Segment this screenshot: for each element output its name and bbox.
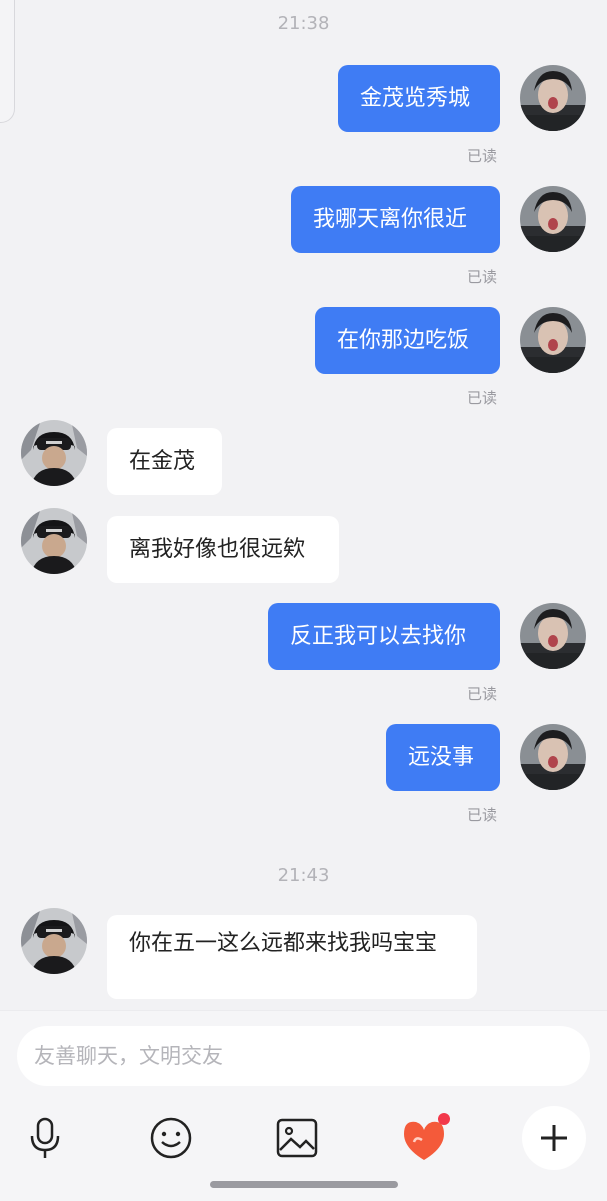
my-avatar[interactable] bbox=[520, 724, 586, 790]
heart-gift-icon bbox=[404, 1113, 450, 1160]
message-bubble-theirs[interactable]: 你在五一这么远都来找我吗宝宝 bbox=[107, 915, 477, 999]
message-bubble-mine[interactable]: 我哪天离你很近 bbox=[291, 186, 500, 253]
image-button[interactable] bbox=[265, 1106, 329, 1170]
message-input[interactable]: 友善聊天，文明交友 bbox=[17, 1026, 590, 1086]
microphone-button[interactable] bbox=[13, 1106, 77, 1170]
read-receipt: 已读 bbox=[466, 147, 497, 165]
read-receipt: 已读 bbox=[466, 268, 497, 286]
gift-button[interactable] bbox=[391, 1106, 455, 1170]
read-receipt: 已读 bbox=[466, 389, 497, 407]
input-bar: 友善聊天，文明交友 bbox=[0, 1010, 607, 1201]
my-avatar[interactable] bbox=[520, 65, 586, 131]
image-icon bbox=[276, 1118, 318, 1158]
my-avatar[interactable] bbox=[520, 307, 586, 373]
read-receipt: 已读 bbox=[466, 685, 497, 703]
plus-button[interactable] bbox=[522, 1106, 586, 1170]
message-bubble-mine[interactable]: 反正我可以去找你 bbox=[268, 603, 500, 670]
message-bubble-mine[interactable]: 远没事 bbox=[386, 724, 500, 791]
my-avatar[interactable] bbox=[520, 603, 586, 669]
my-avatar[interactable] bbox=[520, 186, 586, 252]
timestamp: 21:38 bbox=[277, 13, 330, 34]
emoji-icon bbox=[150, 1117, 192, 1159]
contact-avatar[interactable] bbox=[21, 508, 87, 574]
timestamp: 21:43 bbox=[277, 865, 330, 886]
message-bubble-theirs[interactable]: 离我好像也很远欸 bbox=[107, 516, 339, 583]
microphone-icon bbox=[30, 1117, 60, 1158]
message-bubble-mine[interactable]: 在你那边吃饭 bbox=[315, 307, 500, 374]
message-bubble-mine[interactable]: 金茂览秀城 bbox=[338, 65, 500, 132]
home-indicator bbox=[210, 1181, 398, 1188]
contact-avatar[interactable] bbox=[21, 420, 87, 486]
read-receipt: 已读 bbox=[466, 806, 497, 824]
emoji-button[interactable] bbox=[139, 1106, 203, 1170]
message-bubble-theirs[interactable]: 在金茂 bbox=[107, 428, 222, 495]
contact-avatar[interactable] bbox=[21, 908, 87, 974]
plus-icon bbox=[541, 1125, 567, 1151]
